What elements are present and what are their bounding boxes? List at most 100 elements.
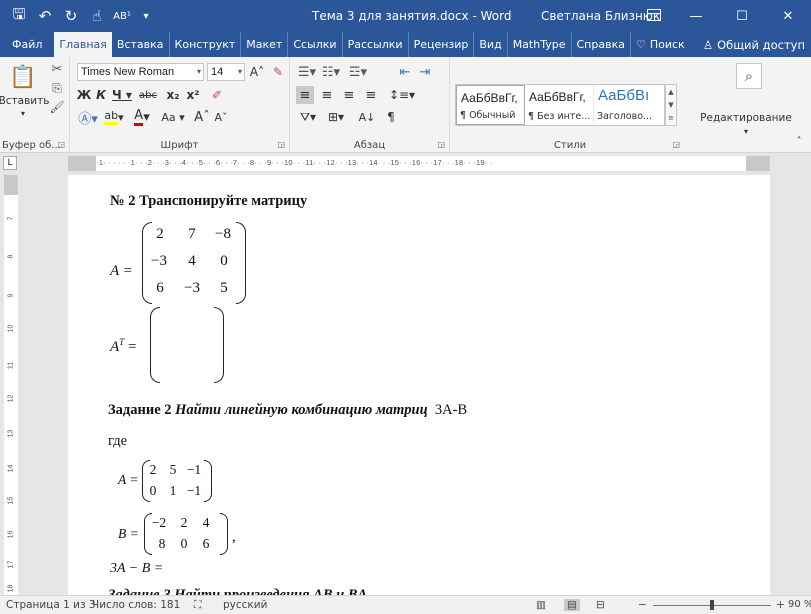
style-normal[interactable]: АаБбВвГг, ¶ Обычный bbox=[456, 85, 525, 125]
proofing-icon[interactable]: ⛶ bbox=[194, 599, 201, 612]
style-heading[interactable]: АаБбВı Заголово... bbox=[594, 85, 663, 125]
borders-icon[interactable]: ⊞▾ bbox=[324, 108, 348, 126]
vertical-ruler[interactable]: 7 8 9 10 11 12 13 14 15 16 17 18 bbox=[4, 175, 18, 595]
subscript-icon[interactable]: x₂ bbox=[164, 86, 182, 104]
editing-button[interactable]: Редактирование bbox=[692, 111, 800, 125]
highlight-icon[interactable]: ab ▾ bbox=[102, 108, 126, 126]
format-painter-icon[interactable]: 🖌 bbox=[49, 99, 65, 115]
page-count[interactable]: Страница 1 из 3 bbox=[6, 599, 96, 611]
tab-design[interactable]: Конструкт bbox=[170, 32, 242, 57]
tab-layout[interactable]: Макет bbox=[241, 32, 289, 57]
task-2-tail: 3A-B bbox=[434, 402, 468, 418]
read-mode-icon[interactable]: ▥ bbox=[536, 599, 546, 611]
tab-review[interactable]: Рецензир bbox=[409, 32, 475, 57]
user-name[interactable]: Светлана Близнюк bbox=[541, 0, 660, 32]
more-icon[interactable]: ≡ bbox=[668, 114, 674, 122]
print-layout-icon[interactable]: ▤ bbox=[564, 599, 580, 611]
bold-icon[interactable]: Ж bbox=[77, 86, 92, 104]
word-count[interactable]: Число слов: 181 bbox=[92, 599, 180, 611]
zoom-in-icon[interactable]: + bbox=[776, 599, 785, 611]
web-layout-icon[interactable]: ⊟ bbox=[596, 599, 605, 611]
align-right-icon[interactable]: ≡ bbox=[340, 86, 358, 104]
strikethrough-icon[interactable]: abc bbox=[136, 86, 160, 104]
tab-search[interactable]: ♡ Поиск bbox=[631, 32, 690, 57]
decrease-font-icon[interactable]: Aˇ bbox=[213, 108, 229, 126]
font-color-icon[interactable]: A ▾ bbox=[130, 108, 154, 126]
zoom-out-icon[interactable]: − bbox=[638, 599, 647, 611]
touch-mode-icon[interactable]: ☝ bbox=[84, 0, 110, 32]
decrease-indent-icon[interactable]: ⇤ bbox=[396, 63, 414, 81]
font-group: Times New Roman ▾ 14 ▾ A˄ ✎ Ж К Ч ▾ abc x₂… bbox=[70, 57, 290, 153]
paste-button[interactable]: Вставить bbox=[0, 94, 49, 108]
minimize-icon[interactable]: — bbox=[673, 0, 719, 32]
qat-customize-icon[interactable]: ▾ bbox=[134, 0, 158, 32]
chevron-down-icon[interactable]: ▼ bbox=[668, 101, 673, 109]
text-effects-a-icon[interactable]: Ⓐ▾ bbox=[77, 108, 99, 127]
clipboard-launcher-icon[interactable]: ◲ bbox=[57, 140, 65, 149]
editing-dropdown-icon[interactable]: ▾ bbox=[741, 126, 751, 136]
tab-view[interactable]: Вид bbox=[474, 32, 508, 57]
horizontal-ruler[interactable]: ·1· · · · · ·1· · ·2· · ·3· · ·4· · ·5· … bbox=[68, 156, 770, 171]
increase-font-icon[interactable]: Aˆ bbox=[194, 108, 210, 126]
paste-icon[interactable]: 📋 bbox=[9, 63, 36, 91]
ribbon-display-options-icon[interactable] bbox=[647, 9, 661, 21]
save-icon[interactable]: 🖫 bbox=[6, 0, 32, 32]
align-left-icon[interactable]: ≡ bbox=[296, 86, 314, 104]
font-size-combo[interactable]: 14 ▾ bbox=[207, 63, 245, 81]
text-effects-icon[interactable]: ✐ bbox=[208, 86, 226, 104]
undo-icon[interactable]: ↶ bbox=[32, 0, 58, 32]
style-no-spacing[interactable]: АаБбВвГг, ¶ Без инте... bbox=[525, 85, 594, 125]
paragraph-launcher-icon[interactable]: ◲ bbox=[437, 140, 445, 149]
italic-icon[interactable]: К bbox=[94, 86, 108, 104]
search-icon[interactable]: ⌕ bbox=[736, 63, 762, 89]
tab-selector[interactable]: L bbox=[3, 156, 17, 170]
line-spacing-icon[interactable]: ↕≡▾ bbox=[389, 86, 415, 104]
tab-mathtype[interactable]: MathType bbox=[508, 32, 572, 57]
tab-references[interactable]: Ссылки bbox=[288, 32, 343, 57]
zoom-slider-thumb[interactable] bbox=[710, 600, 714, 610]
tab-mailings[interactable]: Рассылки bbox=[343, 32, 409, 57]
sort-icon[interactable]: A↓ bbox=[358, 108, 376, 126]
matrix-a-cell: 7 bbox=[188, 226, 196, 242]
bullets-icon[interactable]: ☰▾ bbox=[296, 63, 318, 81]
paste-dropdown-icon[interactable]: ▾ bbox=[18, 108, 28, 118]
change-case-button[interactable]: Aa ▾ bbox=[158, 108, 188, 126]
styles-scroll[interactable]: ▲ ▼ ≡ bbox=[665, 84, 677, 126]
matrix-at-left-paren bbox=[150, 307, 160, 383]
redo-icon[interactable]: ↻ bbox=[58, 0, 84, 32]
close-icon[interactable]: ✕ bbox=[765, 0, 811, 32]
collapse-ribbon-icon[interactable]: ˄ bbox=[793, 135, 805, 147]
style-name: ¶ Обычный bbox=[460, 110, 516, 121]
language[interactable]: русский bbox=[223, 599, 267, 611]
grow-font-icon[interactable]: A˄ bbox=[249, 63, 265, 81]
ruler-left-margin bbox=[68, 156, 96, 171]
align-center-icon[interactable]: ≡ bbox=[318, 86, 336, 104]
vertical-scrollbar[interactable] bbox=[794, 175, 811, 595]
multilevel-list-icon[interactable]: ☲▾ bbox=[346, 63, 370, 81]
underline-icon[interactable]: Ч ▾ bbox=[111, 86, 133, 104]
matrix-b-cell: 0 bbox=[180, 536, 188, 551]
justify-icon[interactable]: ≡ bbox=[362, 86, 380, 104]
font-name-combo[interactable]: Times New Roman ▾ bbox=[77, 63, 204, 81]
show-marks-icon[interactable]: ¶ bbox=[382, 108, 400, 126]
zoom-level[interactable]: 90 % bbox=[788, 599, 811, 610]
font-launcher-icon[interactable]: ◲ bbox=[277, 140, 285, 149]
styles-launcher-icon[interactable]: ◲ bbox=[672, 140, 680, 149]
numbering-icon[interactable]: ☷▾ bbox=[320, 63, 342, 81]
status-bar: Страница 1 из 3 Число слов: 181 ⛶ русски… bbox=[0, 595, 811, 614]
tab-help[interactable]: Справка bbox=[572, 32, 631, 57]
clear-formatting-icon[interactable]: ✎ bbox=[270, 63, 286, 81]
chevron-up-icon[interactable]: ▲ bbox=[668, 88, 673, 96]
superscript-icon[interactable]: x² bbox=[184, 86, 202, 104]
increase-indent-icon[interactable]: ⇥ bbox=[416, 63, 434, 81]
tab-home[interactable]: Главная bbox=[54, 32, 112, 57]
maximize-icon[interactable]: ☐ bbox=[719, 0, 765, 32]
share-button[interactable]: ♙ Общий доступ bbox=[703, 32, 805, 57]
document-page[interactable]: № 2 Транспонируйте матрицу A = 2 7 −8 −3… bbox=[68, 175, 770, 595]
copy-icon[interactable]: ⎘ bbox=[49, 80, 65, 96]
cut-icon[interactable]: ✂ bbox=[49, 61, 65, 77]
shading-icon[interactable]: ⛛▾ bbox=[296, 108, 320, 126]
tab-file[interactable]: Файл bbox=[0, 32, 54, 57]
tab-insert[interactable]: Вставка bbox=[112, 32, 170, 57]
qat-superscript-button[interactable]: AB¹ bbox=[110, 0, 134, 32]
